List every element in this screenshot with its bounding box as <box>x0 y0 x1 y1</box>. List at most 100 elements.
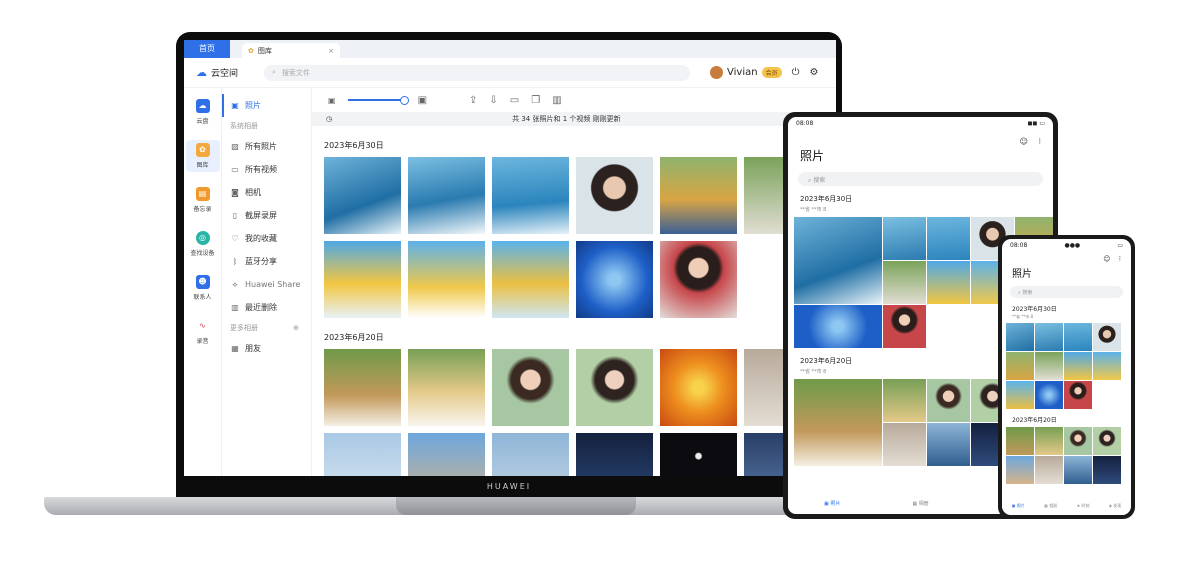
photo-thumb[interactable] <box>1064 352 1092 380</box>
photo-thumb[interactable] <box>883 305 926 348</box>
zoom-slider[interactable] <box>347 96 409 105</box>
photo-thumb[interactable] <box>324 157 401 234</box>
tab-label: 照片 <box>830 500 841 507</box>
copy-icon[interactable]: ❐ <box>531 95 540 106</box>
nav-item-camera[interactable]: ◙ 相机 <box>222 181 311 204</box>
nav-item-huawei-share[interactable]: ⟡ Huawei Share <box>222 273 311 296</box>
upload-icon[interactable]: ⇪ <box>469 95 477 106</box>
photo-thumb[interactable] <box>1006 427 1034 455</box>
photo-thumb[interactable] <box>1035 381 1063 409</box>
phone-search[interactable]: ⌕ 搜索 <box>1010 286 1123 298</box>
more-icon[interactable]: ⁝ <box>1038 137 1041 146</box>
large-thumb-icon[interactable]: ▣ <box>418 95 427 106</box>
download-icon[interactable]: ⇩ <box>489 95 497 106</box>
search-input[interactable]: ⌕ 搜索文件 <box>264 64 690 81</box>
photo-thumb[interactable] <box>1035 456 1063 484</box>
photo-thumb[interactable] <box>324 433 401 476</box>
photo-thumb[interactable] <box>660 157 737 234</box>
folder-icon[interactable]: ▭ <box>510 95 519 106</box>
photo-thumb[interactable] <box>927 379 970 422</box>
photo-thumb[interactable] <box>492 433 569 476</box>
photo-thumb[interactable] <box>1035 352 1063 380</box>
gallery-tab-icon: ✿ <box>248 46 254 55</box>
tab-albums[interactable]: ▦ 相册 <box>912 500 928 507</box>
power-icon[interactable]: ⏻ <box>792 67 800 78</box>
tab-moments[interactable]: ★ 时刻 <box>1077 503 1090 509</box>
more-icon[interactable]: ⁝ <box>1119 255 1121 263</box>
phone-screen: 08:08 ●●● ▭ ☺ ⁝ 照片 ⌕ 搜索 2023年6月30日 **省 *… <box>1002 239 1131 515</box>
photo-thumb[interactable] <box>576 157 653 234</box>
tab-gallery[interactable]: ✿ 图库 × <box>242 43 340 58</box>
rail-item-gallery[interactable]: ✿ 图库 <box>185 140 220 172</box>
photo-thumb[interactable] <box>794 305 882 348</box>
rail-item-recorder[interactable]: ∿ 录音 <box>186 316 220 348</box>
photo-thumb[interactable] <box>883 379 926 422</box>
nav-item-bluetooth[interactable]: ᛒ 蓝牙分享 <box>222 250 311 273</box>
photo-thumb[interactable] <box>408 433 485 476</box>
nav-item-friends[interactable]: ▦ 朋友 <box>222 337 311 360</box>
photo-thumb[interactable] <box>660 349 737 426</box>
photo-thumb[interactable] <box>883 217 926 260</box>
photo-thumb[interactable] <box>1064 456 1092 484</box>
photo-thumb[interactable] <box>1093 352 1121 380</box>
photo-thumb[interactable] <box>794 379 882 466</box>
photo-thumb[interactable] <box>1006 323 1034 351</box>
photo-thumb[interactable] <box>794 217 882 304</box>
photo-thumb[interactable] <box>1093 427 1121 455</box>
photo-thumb[interactable] <box>1006 352 1034 380</box>
tab-discover[interactable]: ◈ 发现 <box>1109 503 1121 509</box>
rail-item-find-device[interactable]: ◎ 查找设备 <box>186 228 220 260</box>
photo-thumb[interactable] <box>660 433 737 476</box>
photo-thumb[interactable] <box>408 241 485 318</box>
photo-thumb[interactable] <box>576 433 653 476</box>
add-album-icon[interactable]: ⊕ <box>293 319 299 337</box>
date-heading: 2023年6月30日 <box>324 141 384 150</box>
photo-thumb[interactable] <box>576 241 653 318</box>
account-icon[interactable]: ☺ <box>1020 137 1028 146</box>
photo-thumb[interactable] <box>1064 427 1092 455</box>
photo-thumb[interactable] <box>1035 427 1063 455</box>
photo-thumb[interactable] <box>408 157 485 234</box>
nav-item-all-videos[interactable]: ▭ 所有视频 <box>222 158 311 181</box>
photo-thumb[interactable] <box>576 349 653 426</box>
photo-thumb[interactable] <box>927 423 970 466</box>
photo-thumb[interactable] <box>927 217 970 260</box>
photo-thumb[interactable] <box>1035 323 1063 351</box>
rail-item-contacts[interactable]: ☻ 联系人 <box>186 272 220 304</box>
nav-item-all-photos[interactable]: ▨ 所有照片 <box>222 135 311 158</box>
photo-thumb[interactable] <box>492 241 569 318</box>
small-thumb-icon[interactable]: ▣ <box>328 96 336 105</box>
photo-thumb[interactable] <box>1064 381 1092 409</box>
photo-thumb[interactable] <box>1064 323 1092 351</box>
photo-thumb[interactable] <box>492 157 569 234</box>
user-account[interactable]: Vivian 会员 <box>710 66 782 79</box>
tablet-search[interactable]: ⌕ 搜索 <box>798 172 1043 186</box>
rail-item-notes[interactable]: ▤ 备忘录 <box>186 184 220 216</box>
tab-albums[interactable]: ▦ 相册 <box>1044 503 1057 509</box>
photo-thumb[interactable] <box>883 261 926 304</box>
tab-close-icon[interactable]: × <box>328 47 334 55</box>
account-icon[interactable]: ☺ <box>1103 255 1110 263</box>
tab-home[interactable]: 首页 <box>184 40 230 58</box>
photo-thumb[interactable] <box>1093 456 1121 484</box>
photo-thumb[interactable] <box>492 349 569 426</box>
photo-thumb[interactable] <box>1006 381 1034 409</box>
rail-item-cloud-drive[interactable]: ☁ 云盘 <box>186 96 220 128</box>
photo-thumb[interactable] <box>927 261 970 304</box>
nav-item-photos[interactable]: ▣ 照片 <box>222 94 311 117</box>
photo-thumb[interactable] <box>883 423 926 466</box>
photo-thumb[interactable] <box>324 241 401 318</box>
photo-thumb[interactable] <box>408 349 485 426</box>
delete-icon[interactable]: ▥ <box>552 95 561 106</box>
tab-photos[interactable]: ▣ 照片 <box>1012 503 1025 509</box>
photo-thumb[interactable] <box>1093 323 1121 351</box>
rail-label: 查找设备 <box>190 250 215 257</box>
photo-thumb[interactable] <box>1006 456 1034 484</box>
gear-icon[interactable]: ⚙ <box>810 67 819 78</box>
nav-item-favorites[interactable]: ♡ 我的收藏 <box>222 227 311 250</box>
nav-item-screenshots[interactable]: ▯ 截屏录屏 <box>222 204 311 227</box>
nav-item-recently-deleted[interactable]: ▥ 最近删除 <box>222 296 311 319</box>
photo-thumb[interactable] <box>660 241 737 318</box>
tab-photos[interactable]: ▣ 照片 <box>824 500 840 507</box>
photo-thumb[interactable] <box>324 349 401 426</box>
